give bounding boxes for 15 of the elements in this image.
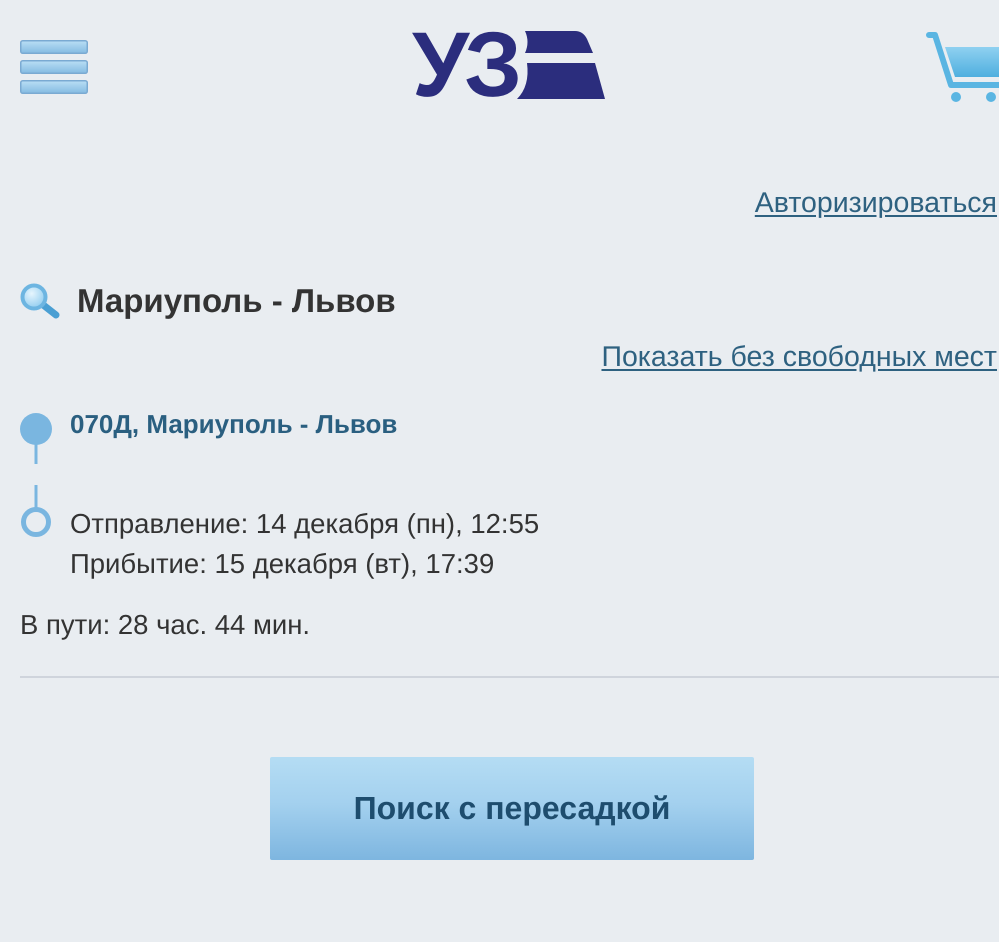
search-icon	[20, 283, 61, 319]
login-link[interactable]: Авторизироваться	[754, 187, 997, 219]
transfer-search-button[interactable]: Поиск с пересадкой	[270, 757, 754, 860]
arrival-text: Прибытие: 15 декабря (вт), 17:39	[70, 547, 494, 581]
travel-time-text: В пути: 28 час. 44 мин.	[20, 610, 310, 640]
train-name-link[interactable]: 070Д, Мариуполь - Львов	[70, 409, 398, 439]
cart-icon[interactable]	[925, 31, 999, 103]
route-title: Мариуполь - Львов	[77, 281, 396, 321]
show-unavailable-link[interactable]: Показать без свободных мест	[601, 341, 997, 373]
logo-text: УЗ	[412, 31, 517, 99]
timeline-ring-icon	[20, 485, 52, 537]
timeline-dot-icon	[20, 413, 52, 464]
logo-stripes-icon	[516, 31, 605, 99]
departure-text: Отправление: 14 декабря (пн), 12:55	[70, 507, 540, 541]
menu-icon[interactable]	[20, 40, 88, 94]
